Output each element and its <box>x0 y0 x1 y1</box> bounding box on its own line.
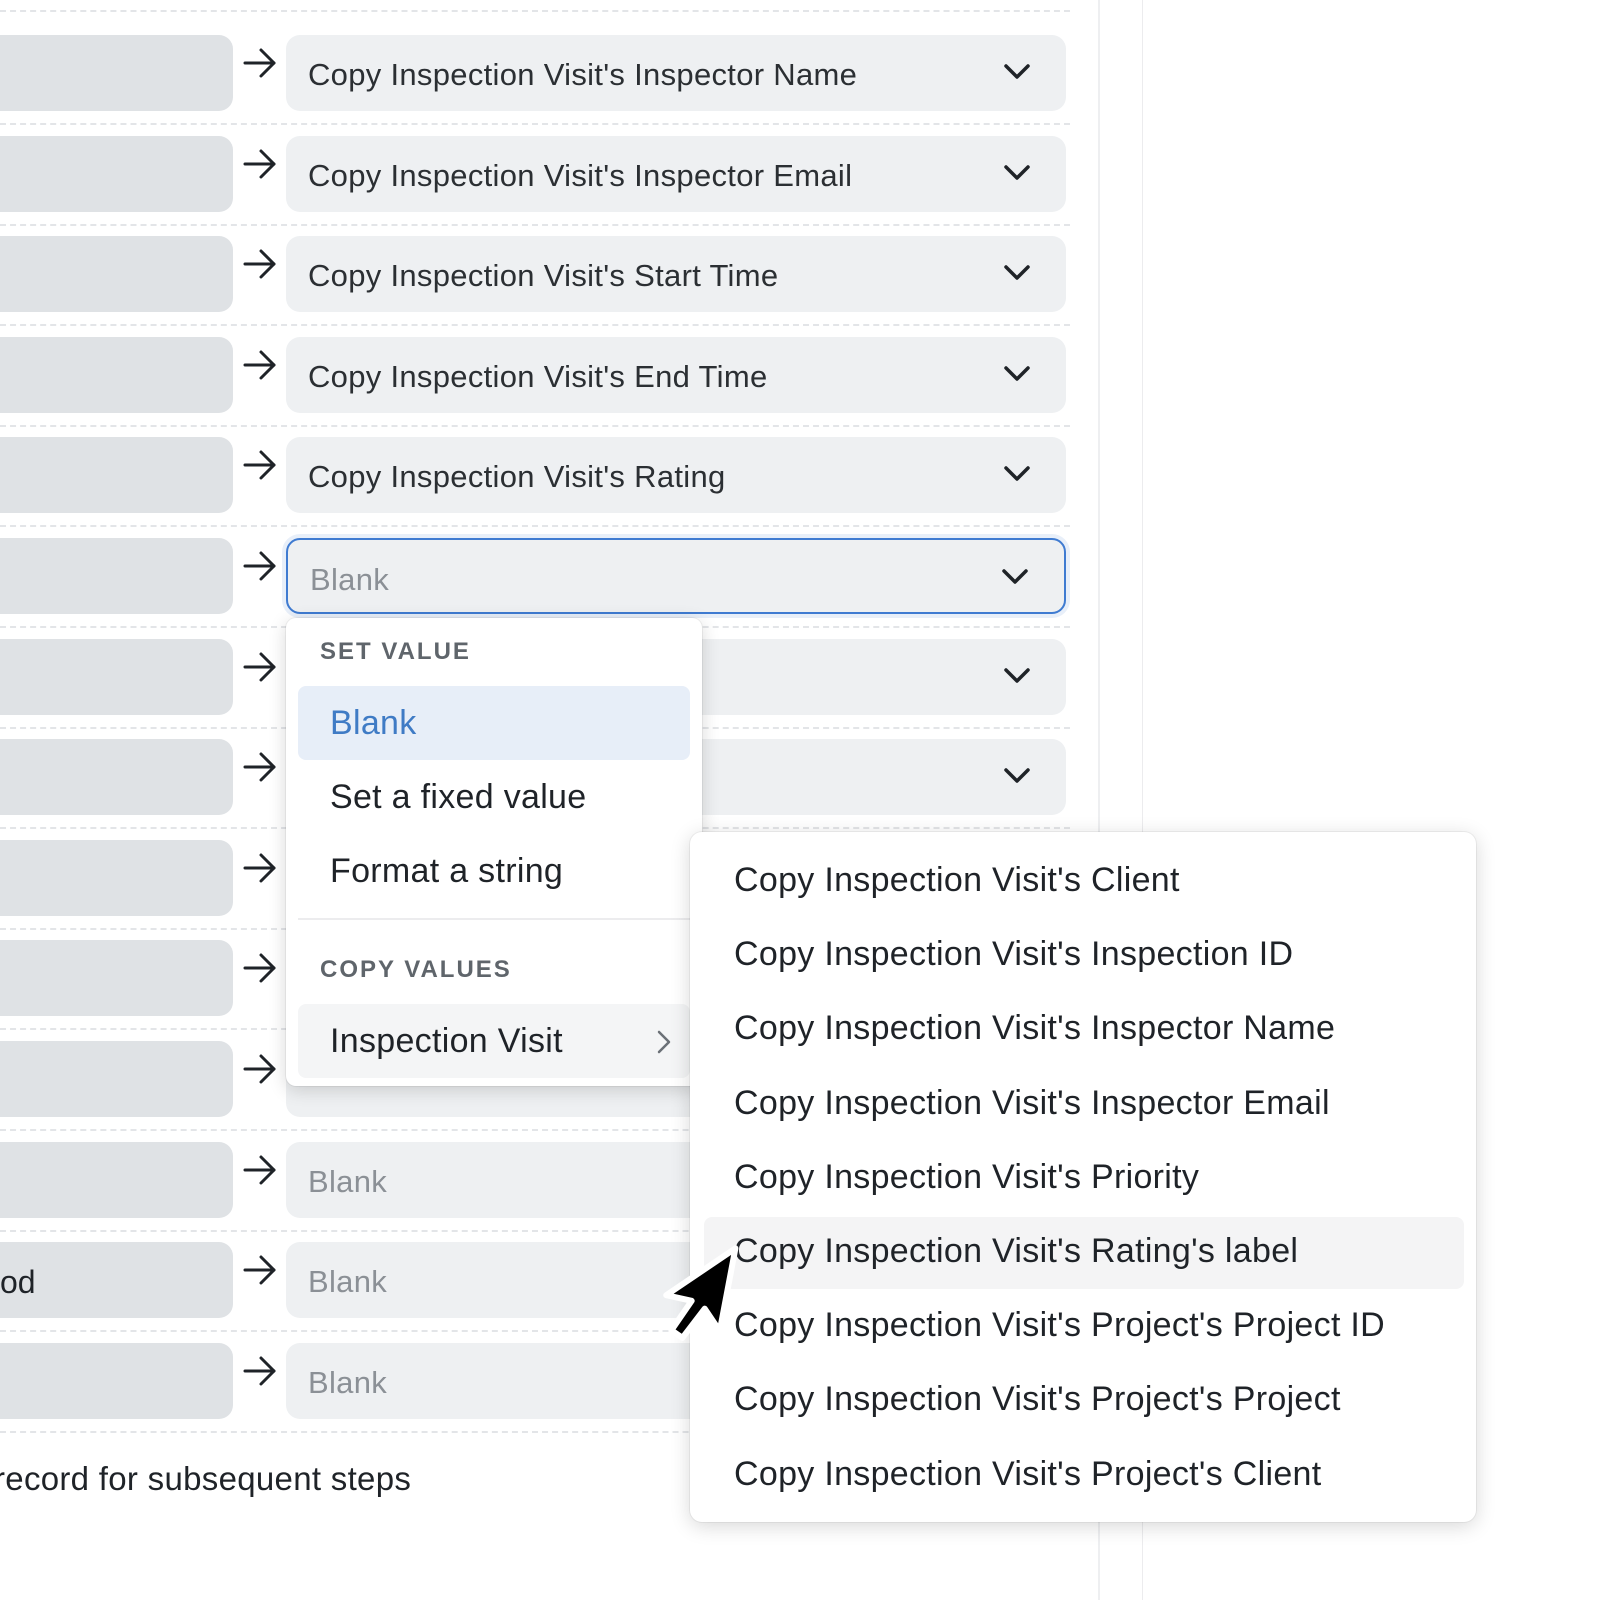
submenu-item-label: Copy Inspection Visit's Project's Projec… <box>734 1306 1386 1345</box>
target-select-value: Copy Inspection Visit's Start Time <box>308 258 779 294</box>
value-menu: SET VALUE Blank Set a fixed value Format… <box>286 618 702 1086</box>
target-select[interactable]: Copy Inspection Visit's Inspector Name <box>286 35 1066 111</box>
mapping-row: Copy Inspection Visit's Inspector Name <box>0 25 1070 125</box>
source-field <box>0 1141 233 1218</box>
arrow-right-icon <box>243 953 276 983</box>
chevron-down-icon <box>1002 569 1028 584</box>
submenu-item[interactable]: Copy Inspection Visit's Project's Projec… <box>704 1365 1464 1437</box>
source-field <box>0 135 233 212</box>
arrow-right-icon <box>243 1155 276 1185</box>
arrow-right-icon <box>243 249 276 279</box>
arrow-right-icon <box>243 1255 276 1285</box>
arrow-right-icon <box>243 551 276 581</box>
source-field <box>0 1041 233 1117</box>
submenu-item-label: Copy Inspection Visit's Project's Projec… <box>734 1380 1341 1419</box>
chevron-right-icon <box>657 1030 671 1054</box>
source-field <box>0 638 233 715</box>
submenu-item-label: Copy Inspection Visit's Client <box>734 861 1180 899</box>
submenu-item-label: Copy Inspection Visit's Inspection ID <box>734 935 1294 974</box>
chevron-down-icon <box>1004 667 1030 683</box>
target-select[interactable]: Copy Inspection Visit's Rating <box>286 437 1066 514</box>
inspection-visit-submenu: Copy Inspection Visit's Client Copy Inspe… <box>690 832 1476 1522</box>
submenu-item[interactable]: Copy Inspection Visit's Project's Projec… <box>704 1291 1464 1363</box>
mapping-row: Blank <box>0 528 1070 628</box>
menu-item-format-string[interactable]: Format a string <box>298 834 690 908</box>
source-field <box>0 538 233 614</box>
mapping-row-partial <box>0 0 1070 12</box>
row-separator <box>0 10 1070 12</box>
chevron-down-icon <box>1004 366 1030 381</box>
arrow-right-icon <box>243 450 276 480</box>
target-select-value: Copy Inspection Visit's End Time <box>308 358 768 394</box>
target-select-value: Copy Inspection Visit's Inspector Email <box>308 157 853 193</box>
arrow-right-icon <box>243 48 276 78</box>
chevron-down-icon <box>1004 768 1030 783</box>
source-field <box>0 739 233 816</box>
arrow-right-icon <box>243 149 276 179</box>
menu-item-inspection-visit[interactable]: Inspection Visit <box>298 1004 690 1078</box>
menu-item-label: Inspection Visit <box>330 1022 563 1060</box>
chevron-down-icon <box>1004 64 1030 79</box>
chevron-down-icon <box>1004 466 1030 482</box>
source-field <box>0 940 233 1017</box>
arrow-right-icon <box>243 652 276 682</box>
menu-item-label: Format a string <box>330 852 564 890</box>
source-field <box>0 1342 233 1419</box>
submenu-item[interactable]: Copy Inspection Visit's Rating's label <box>704 1217 1464 1289</box>
submenu-item[interactable]: Copy Inspection Visit's Priority <box>704 1143 1464 1215</box>
arrow-right-icon <box>243 752 276 782</box>
menu-item-label: Set a fixed value <box>330 778 587 816</box>
source-field: od <box>0 1242 233 1319</box>
menu-item-set-fixed-value[interactable]: Set a fixed value <box>298 760 690 834</box>
chevron-down-icon <box>1004 164 1030 180</box>
mouse-cursor-icon <box>663 1245 739 1341</box>
source-field <box>0 35 233 111</box>
submenu-item-label: Copy Inspection Visit's Inspector Name <box>734 1009 1336 1048</box>
chevron-down-icon <box>1004 265 1030 280</box>
source-field <box>0 839 233 916</box>
submenu-item-label: Copy Inspection Visit's Rating's label <box>734 1232 1299 1270</box>
source-field-label: od <box>0 1264 36 1301</box>
target-select[interactable]: Copy Inspection Visit's End Time <box>286 336 1066 413</box>
mapping-row: Copy Inspection Visit's End Time <box>0 327 1070 427</box>
mapping-row: Copy Inspection Visit's Rating <box>0 427 1070 528</box>
mapping-row: Copy Inspection Visit's Inspector Email <box>0 126 1070 226</box>
submenu-item[interactable]: Copy Inspection Visit's Project's Client <box>704 1440 1464 1512</box>
source-field <box>0 336 233 413</box>
menu-divider <box>298 918 690 920</box>
target-select-value: Blank <box>308 1364 388 1400</box>
submenu-item[interactable]: Copy Inspection Visit's Inspection ID <box>704 920 1464 992</box>
target-select-value: Copy Inspection Visit's Inspector Name <box>308 57 858 92</box>
menu-item-blank[interactable]: Blank <box>298 686 690 760</box>
target-select-value: Blank <box>308 1264 388 1300</box>
arrow-right-icon <box>243 350 276 380</box>
target-select[interactable]: Blank <box>286 538 1066 614</box>
target-select[interactable]: Copy Inspection Visit's Start Time <box>286 236 1066 313</box>
copy-values-header: COPY VALUES <box>320 956 512 983</box>
submenu-item-label: Copy Inspection Visit's Project's Client <box>734 1454 1322 1493</box>
target-select[interactable]: Copy Inspection Visit's Inspector Email <box>286 135 1066 212</box>
arrow-right-icon <box>243 853 276 883</box>
submenu-item-label: Copy Inspection Visit's Inspector Email <box>734 1083 1330 1122</box>
set-value-header: SET VALUE <box>320 638 471 665</box>
source-field <box>0 437 233 514</box>
target-select-value: Copy Inspection Visit's Rating <box>308 459 726 495</box>
mapping-row: Copy Inspection Visit's Start Time <box>0 226 1070 327</box>
target-select-value: Blank <box>308 1163 388 1199</box>
footer-text: record for subsequent steps <box>0 1460 412 1497</box>
arrow-right-icon <box>243 1356 276 1386</box>
arrow-right-icon <box>243 1054 276 1084</box>
submenu-item[interactable]: Copy Inspection Visit's Inspector Email <box>704 1069 1464 1141</box>
submenu-item[interactable]: Copy Inspection Visit's Inspector Name <box>704 994 1464 1066</box>
menu-item-label: Blank <box>330 704 417 742</box>
submenu-item-label: Copy Inspection Visit's Priority <box>734 1157 1200 1196</box>
source-field <box>0 236 233 313</box>
submenu-item[interactable]: Copy Inspection Visit's Client <box>704 846 1464 918</box>
target-select-value: Blank <box>310 562 390 597</box>
